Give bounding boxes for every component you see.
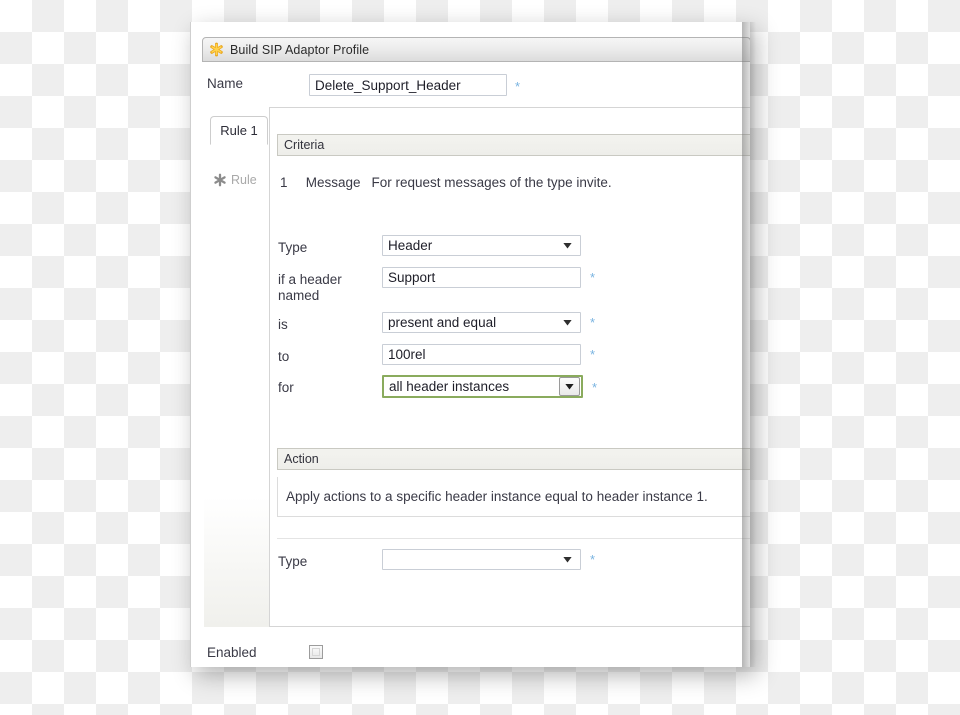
name-label: Name <box>207 76 244 91</box>
criteria-value-input[interactable] <box>382 344 581 365</box>
criteria-field-header-name: if a header named * <box>278 267 748 311</box>
sidebar-item-rule[interactable]: Rule <box>213 167 267 193</box>
criteria-field-value-label: to <box>278 349 290 364</box>
criteria-summary-index: 1 <box>280 175 288 190</box>
criteria-summary-row: 1 Message For request messages of the ty… <box>280 175 612 190</box>
criteria-field-scope: for all header instances * <box>278 375 748 405</box>
action-description: Apply actions to a specific header insta… <box>286 489 708 504</box>
action-section-header: Action <box>277 448 750 470</box>
criteria-field-type: Type Header <box>278 235 748 265</box>
criteria-summary-description: For request messages of the type invite. <box>371 175 612 190</box>
chevron-down-icon <box>563 242 572 249</box>
window-titlebar: Build SIP Adaptor Profile <box>202 37 750 62</box>
asterisk-star-icon <box>209 42 224 57</box>
chevron-down-icon[interactable] <box>559 377 580 396</box>
action-section-title: Action <box>284 452 319 466</box>
criteria-type-select-value: Header <box>388 238 433 253</box>
chevron-down-icon <box>563 556 572 563</box>
required-marker-criteria-scope: * <box>592 380 598 395</box>
dialog-window: Build SIP Adaptor Profile Name * Rule 1 … <box>190 22 750 667</box>
action-divider <box>277 538 750 539</box>
criteria-field-operator: is present and equal * <box>278 312 748 342</box>
action-field-type-label: Type <box>278 554 308 569</box>
enabled-checkbox[interactable] <box>309 645 323 659</box>
required-marker-name: * <box>515 79 521 94</box>
criteria-operator-select[interactable]: present and equal <box>382 312 581 333</box>
tab-rule-1-label: Rule 1 <box>220 123 258 138</box>
criteria-scope-select[interactable]: all header instances <box>382 375 583 398</box>
tab-rule-1[interactable]: Rule 1 <box>210 116 268 145</box>
name-input[interactable] <box>309 74 507 96</box>
criteria-section-header: Criteria <box>277 134 750 156</box>
criteria-field-type-label: Type <box>278 240 308 255</box>
required-marker-action-type: * <box>590 552 596 567</box>
criteria-field-operator-label: is <box>278 317 288 332</box>
action-type-select[interactable] <box>382 549 581 570</box>
criteria-field-scope-label: for <box>278 380 294 395</box>
asterisk-icon <box>213 173 227 187</box>
chevron-down-icon <box>563 319 572 326</box>
required-marker-criteria-value: * <box>590 347 596 362</box>
sidebar-gradient <box>204 497 269 627</box>
enabled-label: Enabled <box>207 645 257 660</box>
criteria-summary-kind: Message <box>305 175 361 190</box>
criteria-operator-select-value: present and equal <box>388 315 497 330</box>
criteria-header-name-input[interactable] <box>382 267 581 288</box>
action-field-type: Type * <box>278 549 748 579</box>
rule-content: Criteria 1 Message For request messages … <box>270 107 750 627</box>
criteria-type-select[interactable]: Header <box>382 235 581 256</box>
criteria-field-header-name-label: if a header named <box>278 272 342 303</box>
criteria-section-title: Criteria <box>284 138 325 152</box>
criteria-scope-select-value: all header instances <box>389 379 510 394</box>
criteria-field-value: to * <box>278 344 748 374</box>
action-description-box: Apply actions to a specific header insta… <box>277 477 750 517</box>
sidebar-item-rule-label: Rule <box>231 173 257 187</box>
window-title: Build SIP Adaptor Profile <box>230 42 370 57</box>
required-marker-criteria-operator: * <box>590 315 596 330</box>
required-marker-criteria-header-name: * <box>590 270 596 285</box>
